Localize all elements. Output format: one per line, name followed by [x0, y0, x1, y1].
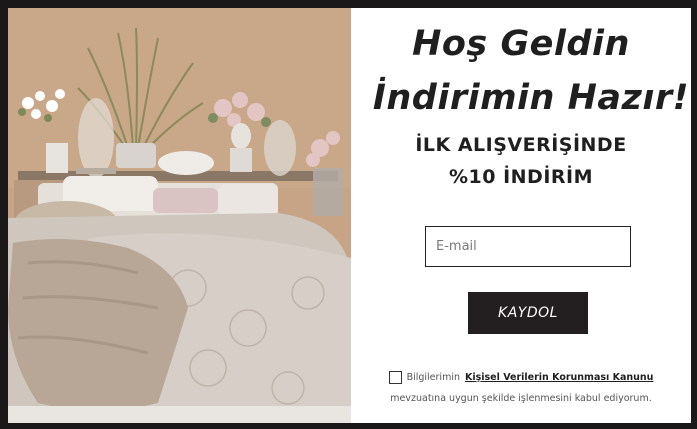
consent-row: Bilgilerimin Kişisel Verilerin Korunması… — [351, 371, 691, 384]
consent-prefix: Bilgilerimin — [406, 372, 460, 383]
submit-button[interactable]: KAYDOL — [468, 292, 588, 334]
popup-subtitle-line2: %10 İNDİRİM — [448, 166, 593, 188]
consent-suffix: mevzuatına uygun şekilde işlenmesini kab… — [390, 393, 652, 404]
bedroom-photo — [8, 8, 351, 423]
kvkk-link[interactable]: Kişisel Verilerin Korunması Kanunu — [465, 372, 653, 383]
popup-title-line2: İndirimin Hazır! — [372, 78, 690, 118]
newsletter-popup: Hoş Geldin İndirimin Hazır! İLK ALIŞVERİ… — [8, 8, 691, 423]
popup-title-line1: Hoş Geldin — [412, 24, 630, 64]
email-input[interactable] — [425, 226, 631, 267]
popup-subtitle-line1: İLK ALIŞVERİŞİNDE — [415, 134, 627, 156]
consent-checkbox[interactable] — [388, 371, 402, 384]
signup-panel: Hoş Geldin İndirimin Hazır! İLK ALIŞVERİ… — [351, 8, 691, 423]
